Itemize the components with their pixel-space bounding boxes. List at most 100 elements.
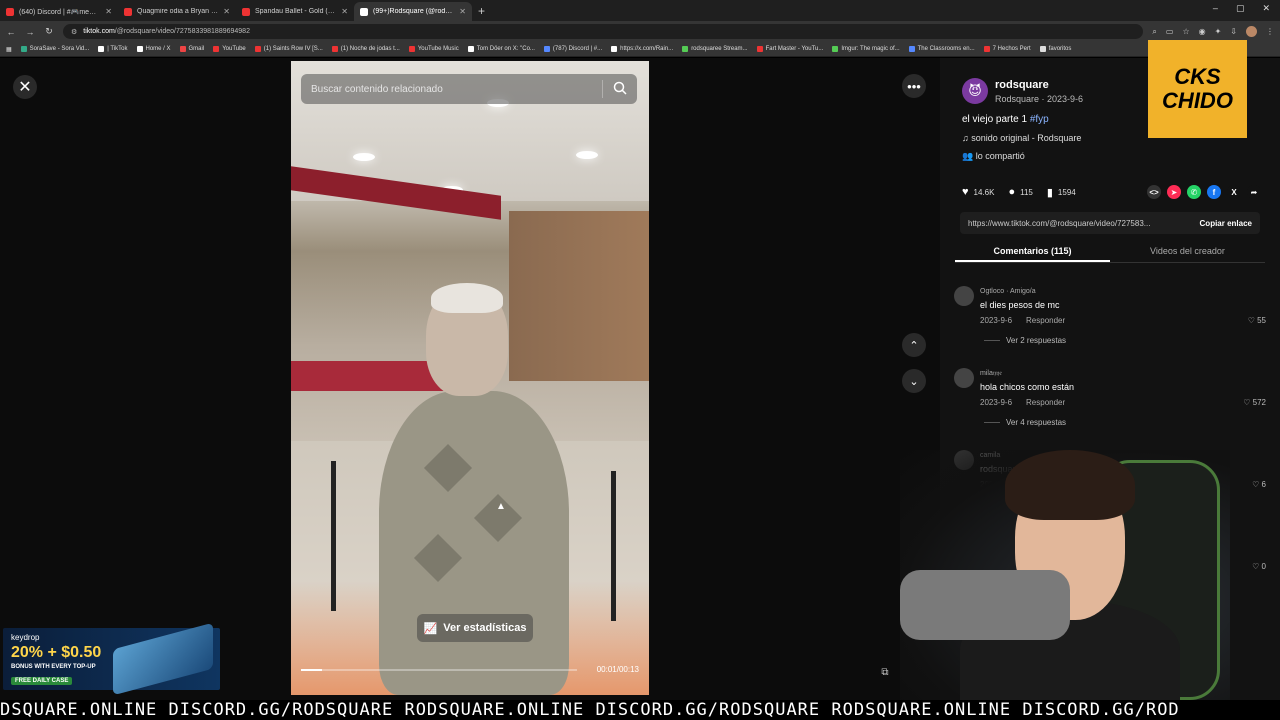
facebook-icon[interactable]: f <box>1207 185 1221 199</box>
browser-tab[interactable]: Quagmire odia a Bryan (Padre ✕ <box>118 2 236 21</box>
author-avatar[interactable]: 😈 <box>962 78 988 104</box>
bookmark-item[interactable]: Fart Master - YouTu... <box>756 46 823 52</box>
bookmark-favicon-icon <box>983 46 990 52</box>
bookmark-item[interactable]: Tom Döer on X: "Co... <box>467 46 535 52</box>
bookmark-label: Imgur: The magic of... <box>841 46 900 52</box>
bookmark-item[interactable]: (1) Saints Row IV [S... <box>254 46 323 52</box>
comment-avatar[interactable] <box>954 286 974 306</box>
bookmark-item[interactable]: YouTube Music <box>408 46 459 52</box>
bookmark-item[interactable]: (787) Discord | #... <box>543 46 602 52</box>
previous-video-button[interactable]: ⌃ <box>902 333 926 357</box>
reply-button[interactable]: Responder <box>1026 316 1065 325</box>
embed-icon[interactable]: <> <box>1147 185 1161 199</box>
video-scene-stanchion <box>611 471 616 621</box>
like-button[interactable]: ♥ 14.6K <box>962 186 994 198</box>
comments-button[interactable]: ● 115 <box>1008 186 1032 198</box>
video-progress-bar[interactable] <box>301 669 577 671</box>
share-arrow-icon[interactable]: ➦ <box>1247 185 1261 199</box>
bookmark-item[interactable]: Home / X <box>136 46 171 52</box>
new-tab-button[interactable]: + <box>478 4 485 18</box>
browser-tab[interactable]: Spandau Ballet - Gold (HD Rem ✕ <box>236 2 354 21</box>
comment-like-button[interactable]: ♡ 572 <box>1243 398 1266 407</box>
tab-close-icon[interactable]: ✕ <box>459 7 466 16</box>
close-window-icon[interactable]: ✕ <box>1262 3 1270 14</box>
browser-tab[interactable]: (640) Discord | #🎮memes🎮 ✕ <box>0 2 118 21</box>
chart-icon: 📈 <box>423 622 438 635</box>
zoom-icon[interactable]: ⌕ <box>1152 27 1156 37</box>
bookmark-item[interactable]: 7 Hechos Pert <box>983 46 1031 52</box>
view-replies-button[interactable]: Ver 4 respuestas <box>984 418 1066 427</box>
apps-icon[interactable]: ▦ <box>6 46 12 53</box>
search-icon[interactable] <box>613 81 627 95</box>
next-video-button[interactable]: ⌄ <box>902 369 926 393</box>
reload-icon[interactable]: ↻ <box>44 26 54 37</box>
keydrop-subtitle: BONUS WITH EVERY TOP-UP <box>11 664 96 670</box>
cast-icon[interactable]: ▭ <box>1166 27 1174 36</box>
minimize-icon[interactable]: – <box>1213 3 1218 14</box>
bookmark-item[interactable]: favoritos <box>1039 46 1071 52</box>
comment-date: 2023-9-6 <box>980 398 1013 407</box>
video-link[interactable]: https://www.tiktok.com/@rodsquare/video/… <box>968 219 1192 228</box>
view-replies-button[interactable]: Ver 2 respuestas <box>984 336 1066 345</box>
back-icon[interactable]: ← <box>6 27 16 37</box>
tab-creator-videos[interactable]: Videos del creador <box>1110 243 1265 262</box>
bookmark-item[interactable]: https://x.com/Rain... <box>611 46 673 52</box>
bookmark-favicon-icon <box>467 46 474 52</box>
comment-like-button[interactable]: ♡ 55 <box>1248 316 1266 325</box>
copy-link-button[interactable]: Copiar enlace <box>1192 219 1260 228</box>
chido-logo: CKS CHIDO <box>1148 40 1247 138</box>
author-name[interactable]: rodsquare <box>995 79 1049 91</box>
bookmark-item[interactable]: | TikTok <box>98 46 128 52</box>
bookmark-item[interactable]: YouTube <box>213 46 246 52</box>
tab-comments[interactable]: Comentarios (115) <box>955 243 1110 262</box>
favorite-button[interactable]: ▮ 1594 <box>1047 186 1076 199</box>
comment-username[interactable]: mila𝔶𝔶𝔢 <box>980 370 1002 378</box>
comment-avatar[interactable] <box>954 368 974 388</box>
bookmark-item[interactable]: Gmail <box>179 46 204 52</box>
puzzle-icon[interactable]: ✦ <box>1215 27 1222 36</box>
bookmark-item[interactable]: (1) Noche de jodas t... <box>331 46 400 52</box>
tiktok-video-page: ✕ Buscar contenido relacionado ▲ 📈 Ver e… <box>0 58 940 720</box>
site-info-icon[interactable]: ⚙ <box>71 28 77 36</box>
whatsapp-icon[interactable]: ✆ <box>1187 185 1201 199</box>
reply-button[interactable]: Responder <box>1026 398 1065 407</box>
bookmark-star-icon[interactable]: ☆ <box>1182 27 1189 36</box>
close-video-button[interactable]: ✕ <box>13 75 37 99</box>
bookmark-item[interactable]: rodsquaree Stream... <box>682 46 748 52</box>
more-options-button[interactable]: ••• <box>902 74 926 98</box>
heart-outline-icon: ♡ <box>1243 398 1253 407</box>
hashtag-link[interactable]: #fyp <box>1030 114 1049 125</box>
url-field[interactable]: ⚙ tiktok.com/@rodsquare/video/7275833981… <box>63 24 1144 39</box>
video-player[interactable]: Buscar contenido relacionado ▲ 📈 Ver est… <box>291 61 649 695</box>
extension-icon[interactable]: ◉ <box>1199 27 1206 36</box>
tab-close-icon[interactable]: ✕ <box>105 7 112 16</box>
comment-like-button[interactable]: ♡ 0 <box>1252 562 1266 571</box>
tab-favicon-icon <box>6 7 14 16</box>
comment-username[interactable]: Ogtloco · Amigo/a <box>980 288 1036 295</box>
browser-tab[interactable]: (99+)Rodsquare (@rodsqu ✕ <box>354 2 472 21</box>
download-icon[interactable]: ⇩ <box>1230 27 1237 36</box>
related-search-input[interactable]: Buscar contenido relacionado <box>301 74 637 104</box>
maximize-icon[interactable]: ▢ <box>1236 3 1245 14</box>
comment-like-button[interactable]: ♡ 6 <box>1252 480 1266 489</box>
chido-logo-bottom: CHIDO <box>1162 88 1233 113</box>
save-count: 1594 <box>1057 187 1076 197</box>
profile-avatar[interactable] <box>1246 26 1257 37</box>
tab-close-icon[interactable]: ✕ <box>341 7 348 16</box>
bookmark-label: Tom Döer on X: "Co... <box>476 46 535 52</box>
forward-icon[interactable]: → <box>25 27 35 37</box>
menu-icon[interactable]: ⋮ <box>1266 27 1274 36</box>
picture-in-picture-icon[interactable]: ⧉ <box>874 661 896 683</box>
bookmark-item[interactable]: SoraSave - Sora Vid... <box>20 46 89 52</box>
bookmark-label: 7 Hechos Pert <box>992 46 1031 52</box>
music-info[interactable]: ♫ sonido original - Rodsquare <box>962 133 1081 143</box>
tab-favicon-icon <box>242 7 250 16</box>
comment-like-count: 55 <box>1257 316 1266 325</box>
bookmark-item[interactable]: Imgur: The magic of... <box>832 46 900 52</box>
comment-like-count: 6 <box>1261 480 1266 489</box>
x-icon[interactable]: X <box>1227 185 1241 199</box>
bookmark-item[interactable]: The Classrooms en... <box>908 46 975 52</box>
tab-close-icon[interactable]: ✕ <box>223 7 230 16</box>
send-icon[interactable]: ➤ <box>1167 185 1181 199</box>
view-stats-button[interactable]: 📈 Ver estadísticas <box>417 614 533 642</box>
